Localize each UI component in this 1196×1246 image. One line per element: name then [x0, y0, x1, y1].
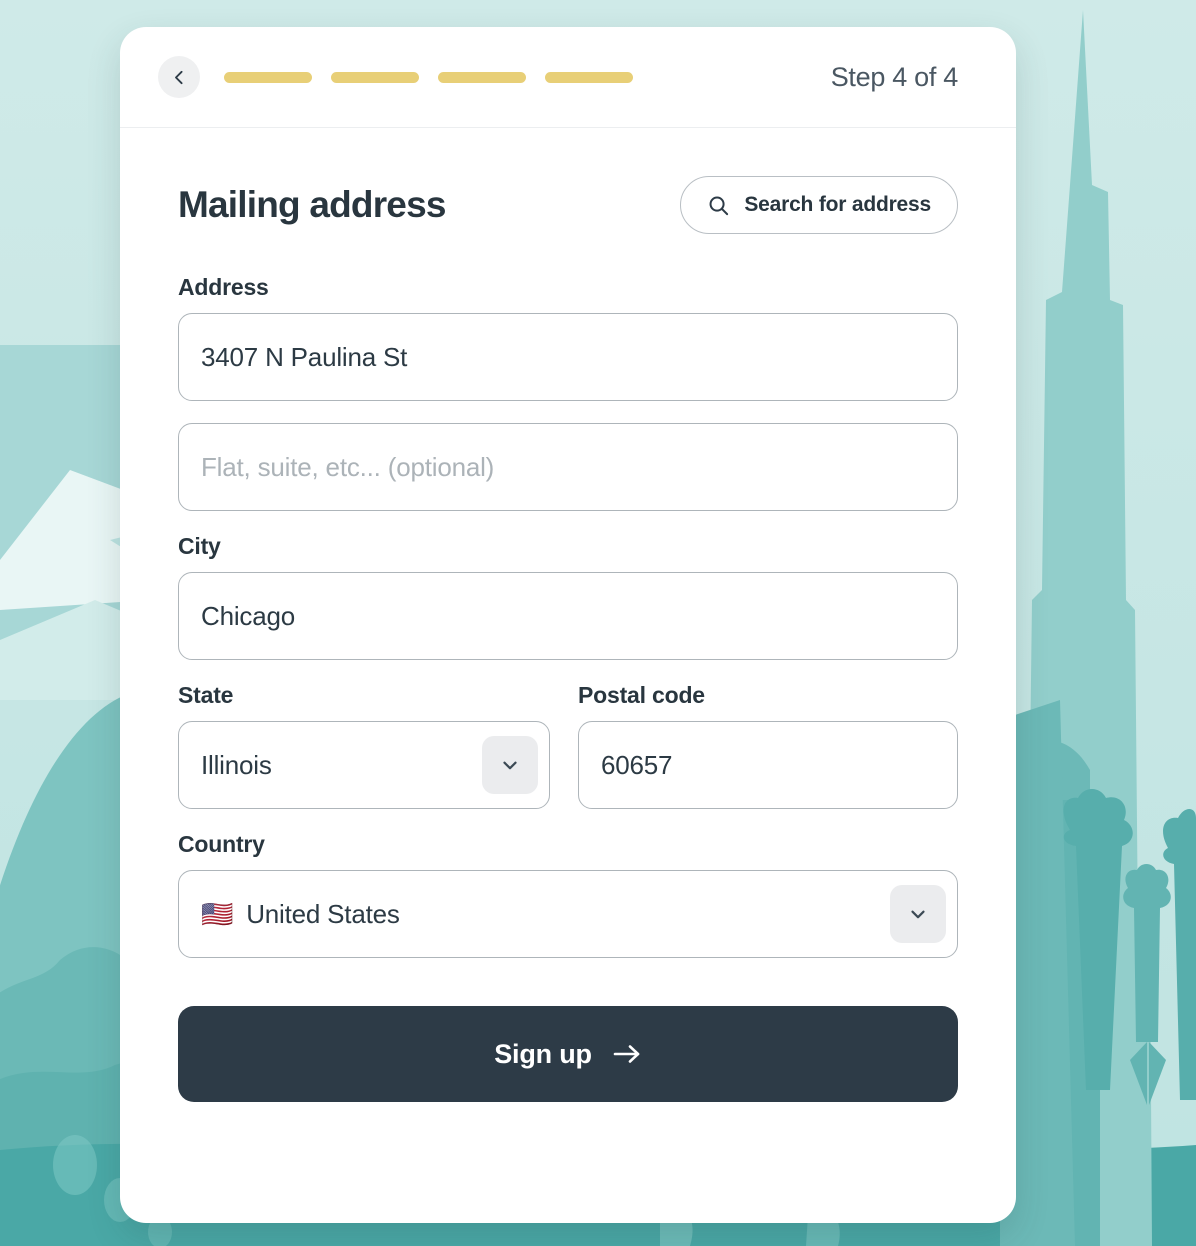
- state-select-value: Illinois: [201, 749, 272, 780]
- page-title: Mailing address: [178, 184, 446, 225]
- state-field-group: State Illinois: [178, 682, 550, 809]
- address-field-group: Address: [178, 274, 958, 401]
- chevron-down-icon: [503, 761, 517, 770]
- address-input[interactable]: [178, 313, 958, 401]
- card-header: Step 4 of 4: [120, 27, 1016, 128]
- card-body: Mailing address Search for address Addre…: [120, 128, 1016, 1102]
- progress-indicator: [224, 71, 633, 83]
- chevron-down-icon: [911, 910, 925, 919]
- search-icon: [709, 196, 729, 215]
- address-line2-field-group: [178, 423, 958, 511]
- country-label: Country: [178, 831, 265, 857]
- state-label: State: [178, 682, 234, 708]
- country-field-group: Country 🇺🇸 United States: [178, 831, 958, 958]
- country-select-chevron-button[interactable]: [890, 885, 946, 943]
- signup-card: Step 4 of 4 Mailing address Search for a…: [120, 27, 1016, 1223]
- state-select-chevron-button[interactable]: [482, 736, 538, 794]
- progress-segment-1: [224, 71, 312, 83]
- city-field-group: City: [178, 533, 958, 660]
- arrow-right-icon: [613, 1045, 640, 1063]
- postal-code-field-group: Postal code: [578, 682, 958, 809]
- state-postal-row: State Illinois Postal code: [178, 682, 958, 809]
- city-input[interactable]: [178, 572, 958, 660]
- country-select-label: United States: [246, 898, 400, 929]
- step-indicator: Step 4 of 4: [830, 61, 959, 92]
- us-flag-icon: 🇺🇸: [201, 899, 234, 929]
- address-line2-input[interactable]: [178, 423, 958, 511]
- address-label: Address: [178, 274, 269, 300]
- progress-segment-2: [331, 71, 419, 83]
- progress-segment-4: [545, 71, 633, 83]
- city-label: City: [178, 533, 221, 559]
- postal-code-input[interactable]: [578, 721, 958, 809]
- country-select-value: 🇺🇸 United States: [201, 899, 400, 930]
- state-select[interactable]: Illinois: [178, 721, 550, 809]
- search-for-address-button[interactable]: Search for address: [680, 176, 958, 234]
- back-button[interactable]: [158, 56, 200, 98]
- search-for-address-label: Search for address: [744, 193, 931, 216]
- progress-segment-3: [438, 71, 526, 83]
- postal-code-label: Postal code: [578, 682, 705, 708]
- country-select[interactable]: 🇺🇸 United States: [178, 870, 958, 958]
- title-row: Mailing address Search for address: [178, 176, 958, 234]
- chevron-left-icon: [174, 70, 183, 84]
- sign-up-label: Sign up: [494, 1038, 592, 1069]
- sign-up-button[interactable]: Sign up: [178, 1006, 958, 1102]
